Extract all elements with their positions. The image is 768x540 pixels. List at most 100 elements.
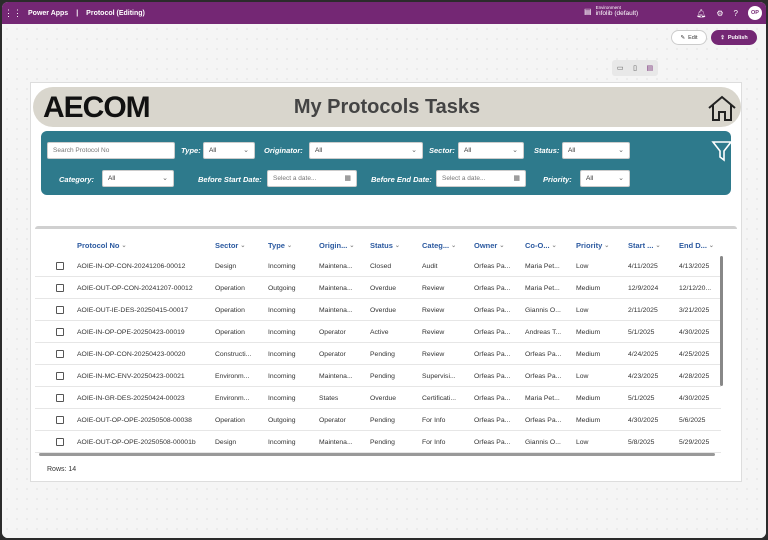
column-header-label: Type [268, 240, 285, 250]
type-value: All [209, 147, 217, 154]
filter-funnel-icon[interactable] [711, 139, 733, 163]
table-cell: 4/11/2025 [628, 262, 658, 270]
table-cell: Overdue [370, 284, 397, 292]
table-row[interactable]: AOIE-OUT-OP-OPE-20250508-00038 Operation O… [35, 409, 721, 431]
publish-button[interactable]: ⇪ Publish [711, 30, 757, 45]
table-cell: For Info [422, 438, 446, 446]
row-checkbox[interactable] [56, 416, 64, 424]
table-cell: 4/30/2025 [628, 416, 659, 424]
table-cell: Incoming [268, 394, 296, 402]
app-launcher-icon[interactable]: ⋮⋮ [2, 2, 24, 24]
before-end-date-picker[interactable]: Select a date... ▦ [436, 170, 526, 187]
table-cell: Pending [370, 372, 395, 380]
table-row[interactable]: AOIE-OUT-IE-DES-20250415-00017 Operation I… [35, 299, 721, 321]
column-header-priority[interactable]: Priority ⌄ [576, 235, 609, 255]
column-header-owner[interactable]: Owner ⌄ [474, 235, 504, 255]
sort-icon: ⌄ [240, 242, 246, 249]
column-header-protocol-no[interactable]: Protocol No ⌄ [77, 235, 127, 255]
table-cell: Maintena... [319, 306, 353, 314]
table-cell: Giannis O... [525, 306, 561, 314]
before-start-date-picker[interactable]: Select a date... ▦ [267, 170, 357, 187]
table-cell: 3/21/2025 [679, 306, 710, 314]
environment-picker[interactable]: ▤ Environment infolib (default) [584, 5, 638, 18]
table-cell: Andreas T... [525, 328, 562, 336]
originator-dropdown[interactable]: All ⌄ [309, 142, 423, 159]
publish-button-label: Publish [727, 34, 748, 41]
category-dropdown[interactable]: All ⌄ [102, 170, 174, 187]
search-input[interactable]: Search Protocol No [47, 142, 175, 159]
edit-button[interactable]: ✎ Edit [671, 30, 707, 45]
sector-value: All [464, 147, 472, 154]
table-cell: Active [370, 328, 389, 336]
table-cell: Review [422, 306, 445, 314]
table-cell: Low [576, 306, 589, 314]
chevron-down-icon: ⌄ [243, 147, 249, 154]
settings-gear-icon[interactable]: ⚙ [716, 9, 723, 18]
table-cell: Maintena... [319, 438, 353, 446]
table-cell: 4/28/2025 [679, 372, 710, 380]
table-cell: Review [422, 328, 445, 336]
phone-view-icon[interactable]: ▯ [633, 64, 637, 72]
table-cell: Low [576, 372, 589, 380]
table-cell: Outgoing [268, 416, 296, 424]
sort-icon: ⌄ [655, 242, 661, 249]
row-checkbox[interactable] [56, 262, 64, 270]
tablet-view-icon[interactable]: ▭ [617, 64, 624, 72]
table-row[interactable]: AOIE-IN-GR-DES-20250424-00023 Environm...… [35, 387, 721, 409]
table-cell: Incoming [268, 438, 296, 446]
column-header-originator[interactable]: Origin... ⌄ [319, 235, 354, 255]
sort-icon: ⌄ [604, 242, 610, 249]
column-header-co-owner[interactable]: Co-O... ⌄ [525, 235, 557, 255]
notification-bell-icon[interactable]: 🔔︎ [696, 9, 706, 18]
row-checkbox[interactable] [56, 438, 64, 446]
help-icon[interactable]: ? [734, 9, 738, 18]
row-checkbox[interactable] [56, 284, 64, 292]
row-checkbox[interactable] [56, 328, 64, 336]
category-label: Category: [59, 175, 95, 184]
type-dropdown[interactable]: All ⌄ [203, 142, 255, 159]
table-cell: Overdue [370, 306, 397, 314]
sort-icon: ⌄ [121, 242, 127, 249]
table-cell: Orfeas Pa... [525, 372, 562, 380]
web-view-icon[interactable]: ▤ [647, 64, 654, 72]
column-header-label: Priority [576, 240, 603, 250]
status-dropdown[interactable]: All ⌄ [562, 142, 630, 159]
table-row[interactable]: AOIE-OUT-OP-OPE-20250508-00001b Design Inc… [35, 431, 721, 453]
table-cell: Overdue [370, 394, 397, 402]
table-cell: Giannis O... [525, 438, 561, 446]
avatar[interactable]: OP [748, 6, 762, 20]
table-cell: Medium [576, 350, 601, 358]
table-cell: Incoming [268, 350, 296, 358]
column-header-sector[interactable]: Sector ⌄ [215, 235, 245, 255]
home-icon[interactable] [706, 94, 738, 122]
table-cell: Low [576, 262, 589, 270]
table-cell: 5/8/2025 [628, 438, 655, 446]
column-header-status[interactable]: Status ⌄ [370, 235, 400, 255]
sort-icon: ⌄ [394, 242, 400, 249]
row-checkbox[interactable] [56, 372, 64, 380]
table-cell: Orfeas Pa... [474, 262, 511, 270]
table-cell: Constructi... [215, 350, 252, 358]
table-row[interactable]: AOIE-IN-OP-CON-20241206-00012 Design Incom… [35, 255, 721, 277]
column-header-end-date[interactable]: End D... ⌄ [679, 235, 714, 255]
status-value: All [568, 147, 576, 154]
vertical-scrollbar[interactable] [720, 256, 723, 386]
sector-dropdown[interactable]: All ⌄ [458, 142, 524, 159]
edit-button-label: Edit [688, 34, 698, 41]
priority-dropdown[interactable]: All ⌄ [580, 170, 630, 187]
table-cell: Orfeas Pa... [474, 350, 511, 358]
table-cell: 4/25/2025 [679, 350, 710, 358]
publish-icon: ⇪ [720, 34, 725, 41]
table-row[interactable]: AOIE-IN-OP-CON-20250423-00020 Constructi.… [35, 343, 721, 365]
table-cell: Incoming [268, 262, 296, 270]
row-checkbox[interactable] [56, 350, 64, 358]
table-row[interactable]: AOIE-OUT-OP-CON-20241207-00012 Operation O… [35, 277, 721, 299]
row-checkbox[interactable] [56, 394, 64, 402]
table-row[interactable]: AOIE-IN-MC-ENV-20250423-00021 Environm...… [35, 365, 721, 387]
column-header-category[interactable]: Categ... ⌄ [422, 235, 456, 255]
row-checkbox[interactable] [56, 306, 64, 314]
table-row[interactable]: AOIE-IN-OP-OPE-20250423-00019 Operation In… [35, 321, 721, 343]
column-header-start-date[interactable]: Start ... ⌄ [628, 235, 660, 255]
horizontal-scrollbar[interactable] [39, 453, 715, 456]
column-header-type[interactable]: Type ⌄ [268, 235, 292, 255]
